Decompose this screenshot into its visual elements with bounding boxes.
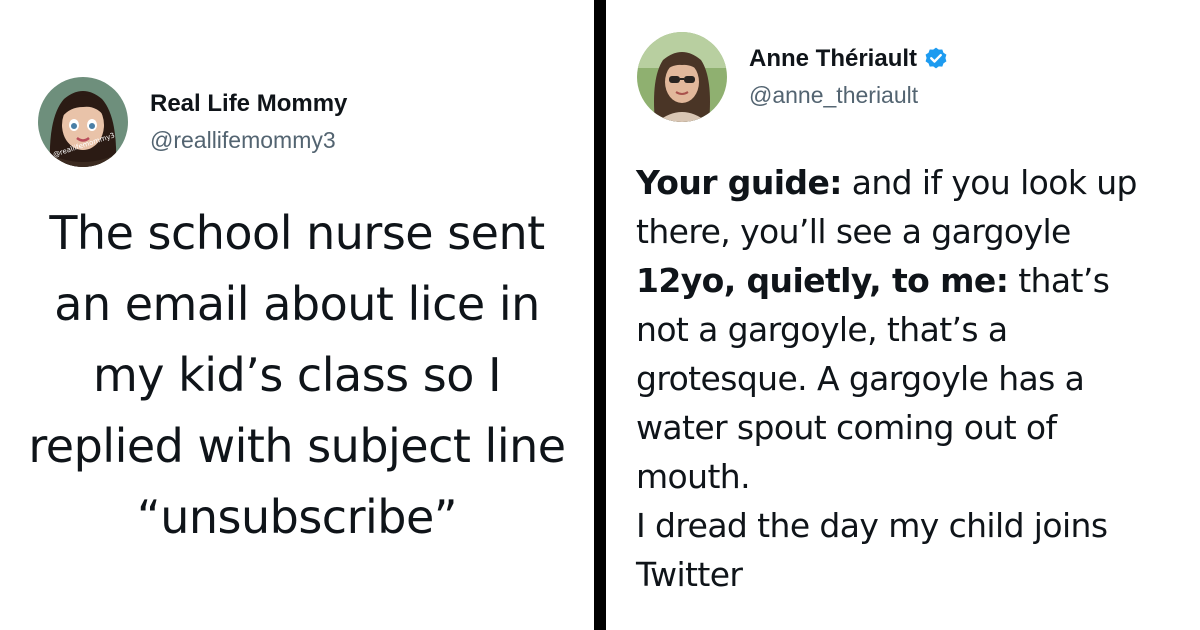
author-display-name[interactable]: Real Life Mommy [150,89,347,119]
panel-divider [594,0,606,630]
tweet-line: Twitter [636,555,743,594]
tweet-line: grotesque. A gargoyle has a [636,359,1085,398]
author-handle[interactable]: @anne_theriault [749,80,949,110]
tweet-text: The school nurse sent an email about lic… [28,206,566,544]
speaker-label: Your guide: [636,163,842,202]
left-author-info: Real Life Mommy @reallifemommy3 [150,89,347,155]
cartoon-woman-avatar-icon[interactable]: @reallifemommy3 [38,77,128,167]
right-author-info: Anne Thériault @anne_theriault [749,44,949,110]
left-tweet-card: @reallifemommy3 Real Life Mommy @reallif… [0,0,594,630]
right-tweet-header: Anne Thériault @anne_theriault [637,32,949,122]
speaker-label: 12yo, quietly, to me: [636,261,1009,300]
left-tweet-header: @reallifemommy3 Real Life Mommy @reallif… [38,77,347,167]
tweet-line-text: that’s [1008,261,1110,300]
tweet-line: not a gargoyle, that’s a [636,310,1008,349]
author-display-name-text: Anne Thériault [749,45,918,72]
tweet-line: mouth. [636,457,751,496]
right-tweet-card: Anne Thériault @anne_theriault Your guid… [606,0,1200,630]
tweet-line-text: and if you look up [841,163,1138,202]
tweet-line: there, you’ll see a gargoyle [636,212,1071,251]
tweet-text: Your guide: and if you look up there, yo… [636,158,1196,599]
woman-sunglasses-photo-avatar-icon[interactable] [637,32,727,122]
author-display-name[interactable]: Anne Thériault [749,44,949,74]
tweet-line: 12yo, quietly, to me: that’s [636,256,1196,305]
tweet-line: Your guide: and if you look up [636,158,1196,207]
author-handle[interactable]: @reallifemommy3 [150,125,347,155]
tweet-line: water spout coming out of [636,408,1057,447]
verified-badge-icon [923,46,949,72]
tweet-line: I dread the day my child joins [636,506,1108,545]
